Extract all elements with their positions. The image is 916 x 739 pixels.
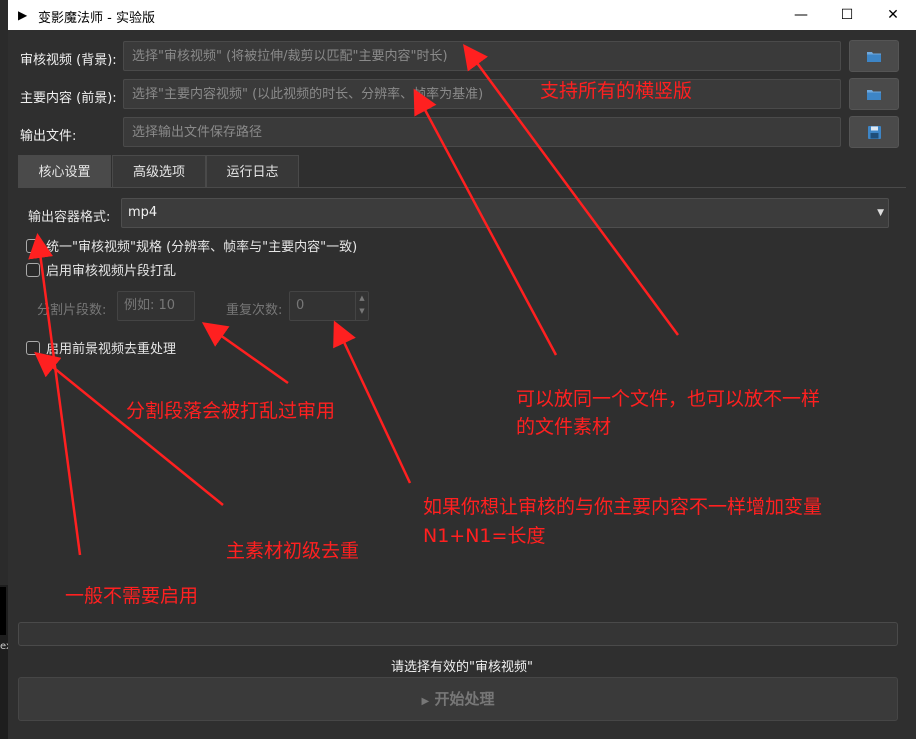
annotation-same-file-2: 的文件素材: [516, 416, 612, 438]
annotation-orientation: 支持所有的横竖版: [540, 80, 693, 102]
desktop-edge: ex: [0, 585, 12, 739]
desktop-thumbnail: [0, 587, 6, 635]
arrow-repeat-line: [333, 320, 412, 484]
arrow-main-line: [413, 88, 558, 356]
annotation-variable-1: 如果你想让审核的与你主要内容不一样增加变量: [423, 496, 823, 518]
app-window: ▶ 变影魔法师 - 实验版 — ☐ ✕ 审核视频 (背景): 选择"审核视频" …: [8, 0, 916, 739]
annotation-not-needed: 一般不需要启用: [65, 585, 199, 607]
arrow-unify-line: [28, 233, 82, 556]
annotation-same-file-1: 可以放同一个文件，也可以放不一样: [516, 388, 821, 410]
arrow-segments-line: [201, 322, 289, 385]
annotation-segments: 分割段落会被打乱过审用: [126, 400, 336, 422]
start-button-label: 开始处理: [434, 690, 495, 708]
play-icon: ▶: [421, 696, 430, 707]
status-text: 请选择有效的"审核视频": [391, 660, 533, 675]
start-processing-button[interactable]: ▶ 开始处理: [18, 677, 898, 721]
progress-bar: [18, 622, 898, 646]
arrow-dedup-line: [34, 351, 224, 506]
annotation-dedup: 主素材初级去重: [226, 540, 360, 562]
annotation-variable-2: N1+N1=长度: [423, 525, 546, 547]
